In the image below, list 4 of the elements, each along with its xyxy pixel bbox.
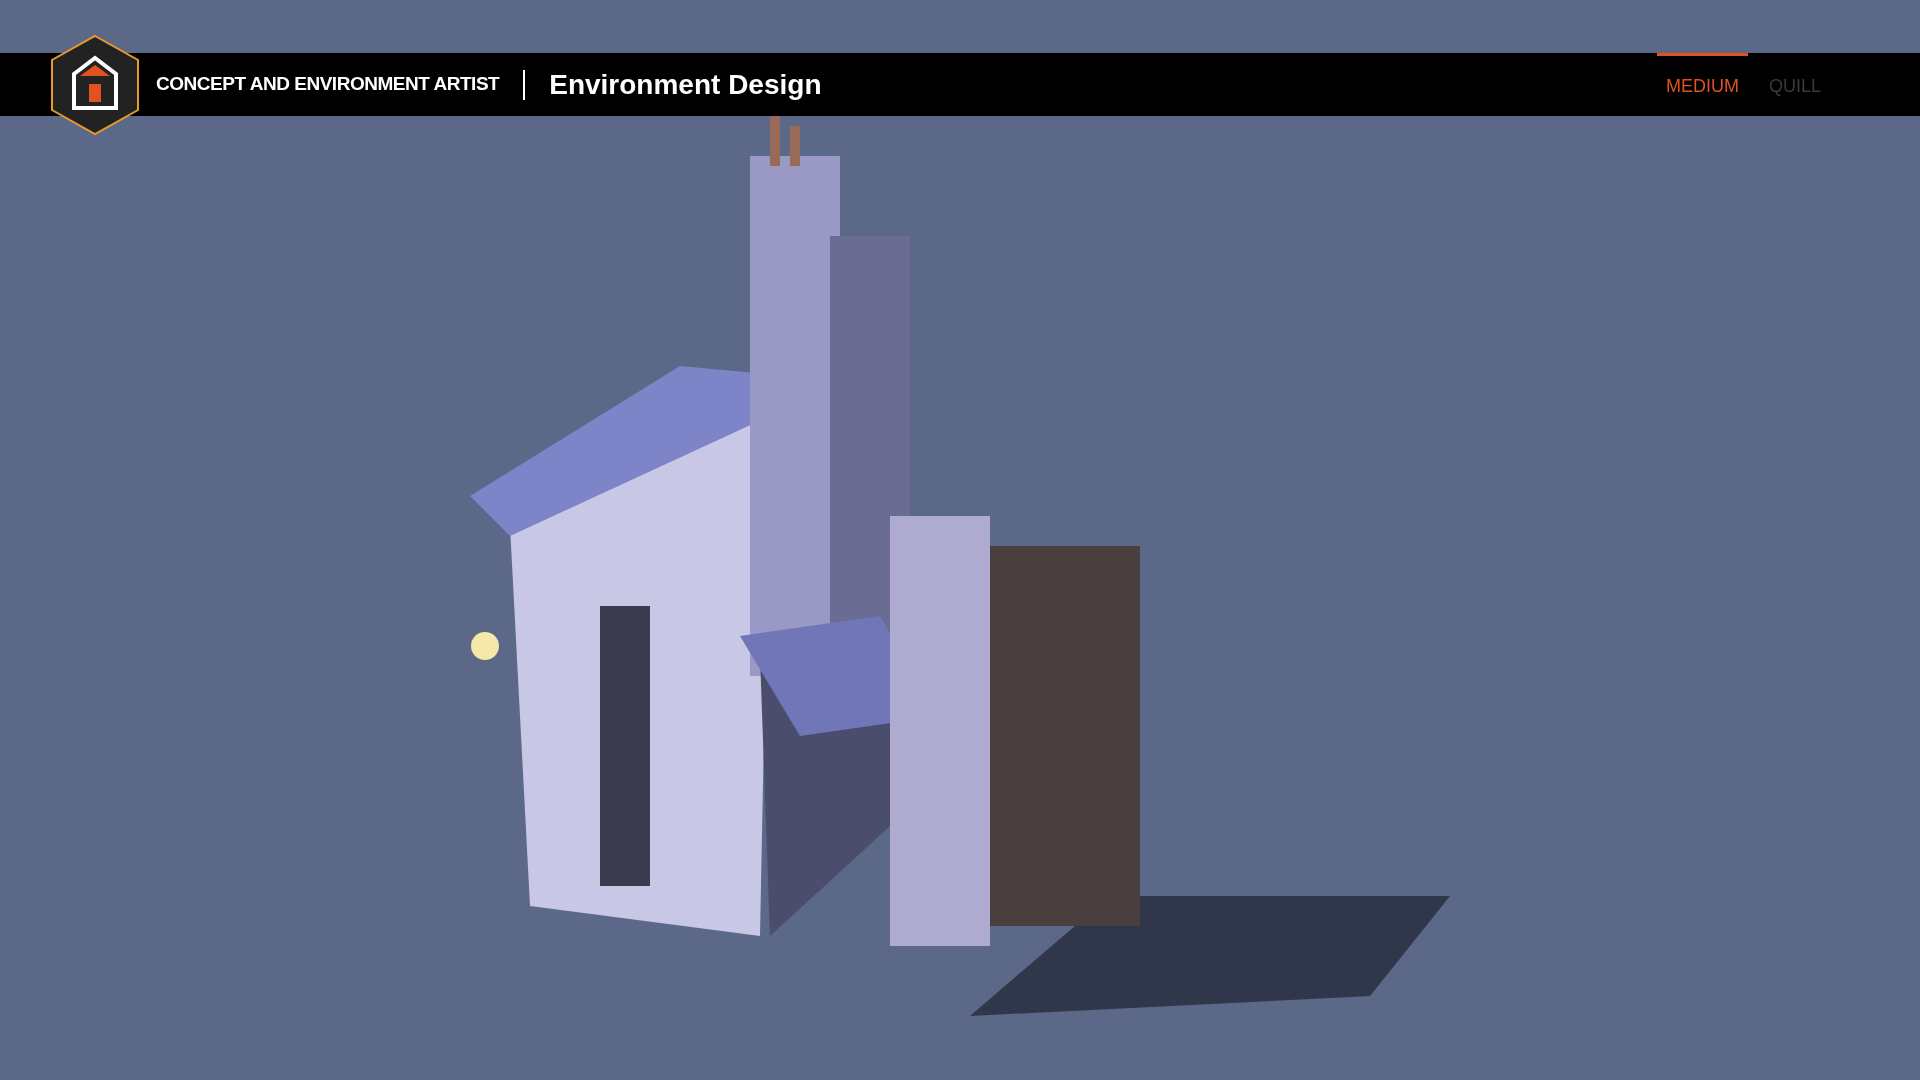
nav-tab[interactable]: MEDIUM bbox=[1656, 53, 1748, 116]
subtitle: CONCEPT AND ENVIRONMENT ARTIST bbox=[156, 72, 500, 97]
page-title: Environment Design bbox=[549, 67, 822, 102]
house-logo-icon[interactable] bbox=[50, 33, 140, 136]
